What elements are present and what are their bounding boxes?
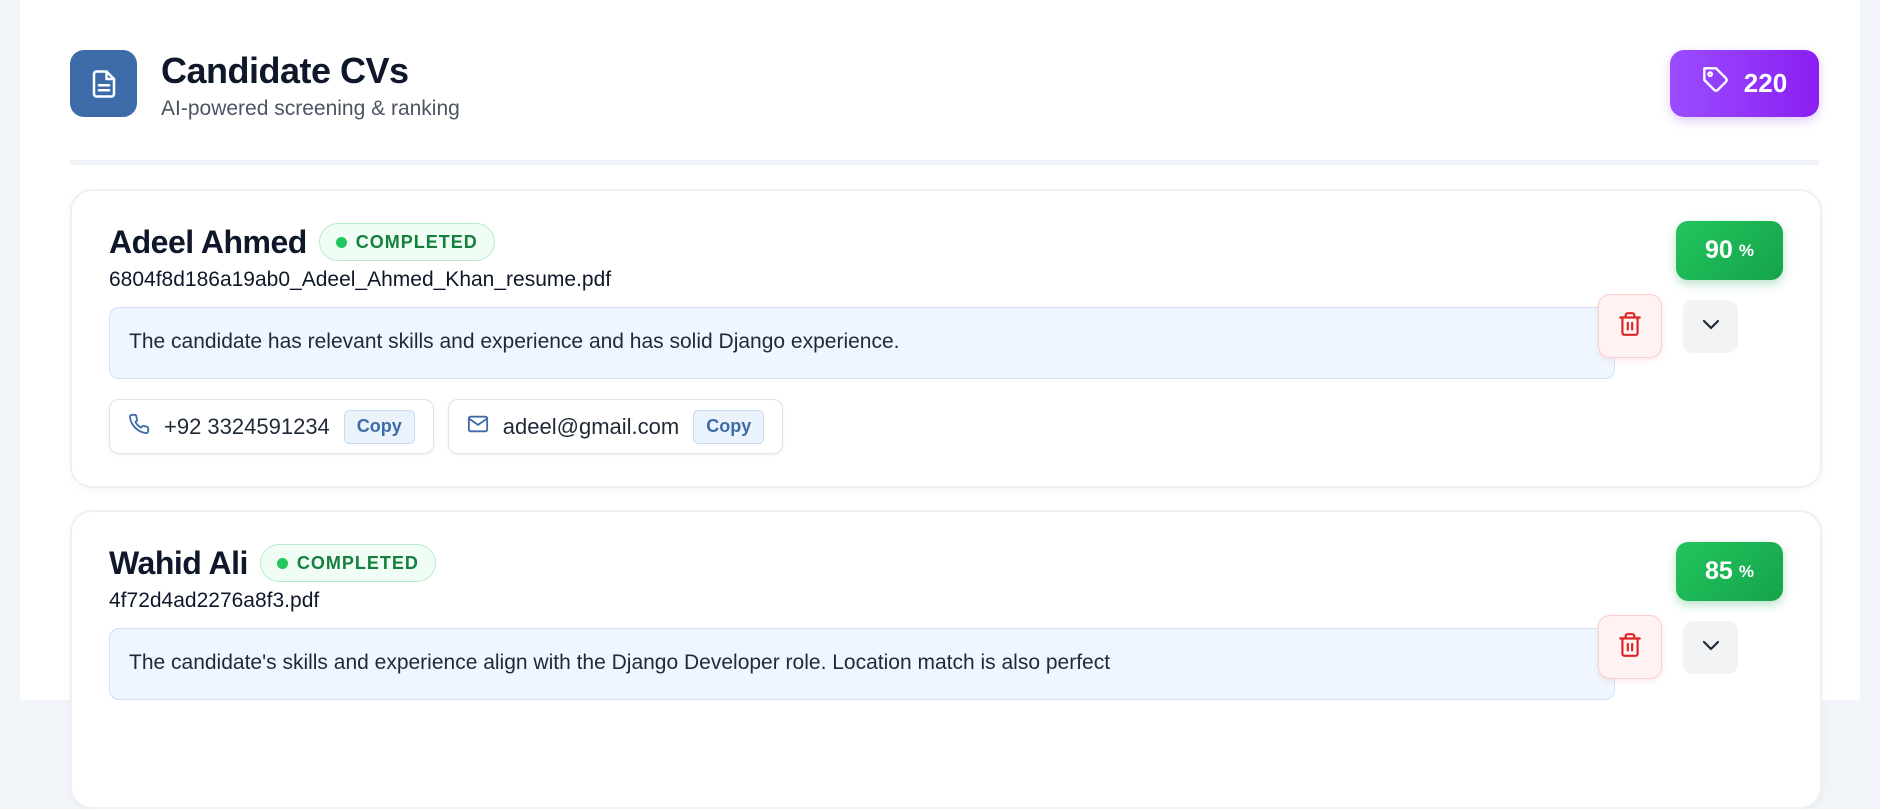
copy-phone-button[interactable]: Copy <box>343 409 415 444</box>
email-chip: adeel@gmail.com Copy <box>447 399 784 454</box>
copy-email-button[interactable]: Copy <box>693 409 765 444</box>
resume-filename: 4f72d4ad2276a8f3.pdf <box>109 589 320 612</box>
match-score-unit: % <box>1738 240 1754 260</box>
candidate-card: Adeel Ahmed COMPLETED 6804f8d186a19ab0_A… <box>70 189 1822 488</box>
email-address: adeel@gmail.com <box>502 413 680 439</box>
chevron-down-icon <box>1699 633 1723 662</box>
match-score: 90 <box>1705 236 1733 264</box>
cv-panel: Candidate CVs AI-powered screening & ran… <box>20 0 1860 809</box>
match-score-badge: 85 % <box>1676 542 1783 601</box>
candidate-card: Wahid Ali COMPLETED 4f72d4ad2276a8f3.pdf… <box>70 510 1822 809</box>
phone-number: +92 3324591234 <box>164 413 330 439</box>
ai-summary: The candidate's skills and experience al… <box>109 628 1615 700</box>
page-header: Candidate CVs AI-powered screening & ran… <box>70 50 1819 165</box>
trash-icon <box>1617 311 1643 342</box>
contact-chips: +92 3324591234 Copy adeel@gmail.com Copy <box>109 399 784 454</box>
delete-button[interactable] <box>1598 294 1662 358</box>
mail-icon <box>467 413 489 441</box>
ai-summary: The candidate has relevant skills and ex… <box>109 307 1615 379</box>
status-badge: COMPLETED <box>259 544 436 582</box>
status-label: COMPLETED <box>355 231 478 252</box>
chevron-down-icon <box>1699 312 1723 341</box>
tag-icon <box>1702 66 1730 101</box>
status-badge: COMPLETED <box>318 223 495 261</box>
phone-icon <box>128 413 150 441</box>
match-score-badge: 90 % <box>1676 221 1783 280</box>
status-dot <box>276 557 288 569</box>
status-dot <box>335 236 347 248</box>
candidate-name: Adeel Ahmed <box>109 223 307 260</box>
delete-button[interactable] <box>1598 615 1662 679</box>
credits-badge[interactable]: 220 <box>1670 50 1819 117</box>
match-score-unit: % <box>1738 561 1754 581</box>
expand-button[interactable] <box>1683 621 1738 674</box>
expand-button[interactable] <box>1683 300 1738 353</box>
trash-icon <box>1617 632 1643 663</box>
document-icon <box>70 50 137 117</box>
status-label: COMPLETED <box>296 552 419 573</box>
page-title: Candidate CVs <box>161 50 409 91</box>
match-score: 85 <box>1705 557 1733 585</box>
credits-count: 220 <box>1743 68 1788 98</box>
candidate-name: Wahid Ali <box>109 544 248 581</box>
resume-filename: 6804f8d186a19ab0_Adeel_Ahmed_Khan_resume… <box>109 268 612 291</box>
page-subtitle: AI-powered screening & ranking <box>161 97 460 120</box>
phone-chip: +92 3324591234 Copy <box>109 399 434 454</box>
